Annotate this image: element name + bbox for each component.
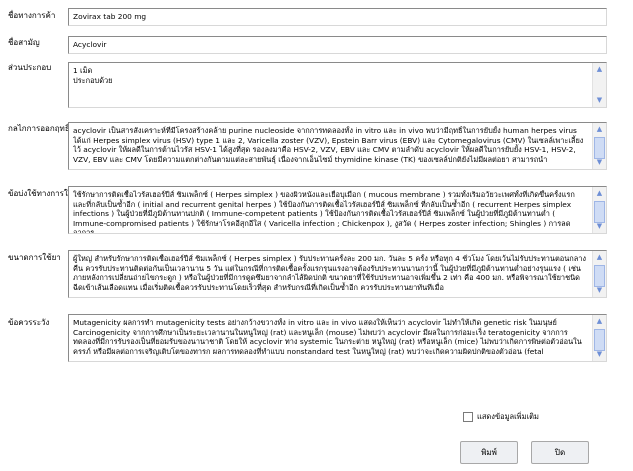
- trade-name-value: Zovirax tab 200 mg: [73, 12, 147, 21]
- scroll-up-arrow-icon[interactable]: ▲: [593, 315, 606, 328]
- scroll-down-arrow-icon[interactable]: ▼: [593, 348, 606, 361]
- precaution-value: Mutagenicity ผลการทำ mutagenicity tests …: [73, 318, 582, 356]
- indication-field[interactable]: ใช้รักษาการติดเชื้อไวรัสเฮอร์ปีส์ ซิมเพล…: [68, 186, 607, 234]
- scroll-down-arrow-icon[interactable]: ▼: [593, 156, 606, 169]
- generic-name-field[interactable]: Acyclovir: [68, 36, 607, 54]
- trade-name-label: ชื่อทางการค้า: [8, 11, 56, 20]
- show-more-checkbox-label: แสดงข้อมูลเพิ่มเติม: [477, 412, 539, 421]
- indication-scrollbar[interactable]: ▲ ▼: [592, 187, 606, 233]
- mechanism-value: acyclovir เป็นสารสังเคราะห์ที่มีโครงสร้า…: [73, 126, 584, 164]
- close-button[interactable]: ปิด: [531, 441, 589, 464]
- scroll-down-arrow-icon[interactable]: ▼: [593, 94, 606, 107]
- scroll-up-arrow-icon[interactable]: ▲: [593, 187, 606, 200]
- composition-scrollbar[interactable]: ▲ ▼: [592, 63, 606, 107]
- trade-name-field[interactable]: Zovirax tab 200 mg: [68, 8, 607, 26]
- composition-field[interactable]: 1 เม็ด ประกอบด้วย ▲ ▼: [68, 62, 607, 108]
- scroll-up-arrow-icon[interactable]: ▲: [593, 63, 606, 76]
- scroll-up-arrow-icon[interactable]: ▲: [593, 123, 606, 136]
- generic-name-value: Acyclovir: [73, 40, 107, 49]
- scroll-down-arrow-icon[interactable]: ▼: [593, 284, 606, 297]
- dosage-scrollbar[interactable]: ▲ ▼: [592, 251, 606, 297]
- scroll-up-arrow-icon[interactable]: ▲: [593, 251, 606, 264]
- show-more-checkbox[interactable]: [463, 412, 473, 422]
- generic-name-label: ชื่อสามัญ: [8, 38, 40, 47]
- dosage-value: ผู้ใหญ่ สำหรับรักษาการติดเชื้อเฮอร์ปีส์ …: [73, 254, 587, 292]
- composition-value: 1 เม็ด ประกอบด้วย: [73, 66, 113, 85]
- mechanism-scrollbar[interactable]: ▲ ▼: [592, 123, 606, 169]
- mechanism-field[interactable]: acyclovir เป็นสารสังเคราะห์ที่มีโครงสร้า…: [68, 122, 607, 170]
- dosage-field[interactable]: ผู้ใหญ่ สำหรับรักษาการติดเชื้อเฮอร์ปีส์ …: [68, 250, 607, 298]
- print-button[interactable]: พิมพ์: [460, 441, 518, 464]
- precaution-scrollbar[interactable]: ▲ ▼: [592, 315, 606, 361]
- show-more-option[interactable]: แสดงข้อมูลเพิ่มเติม: [463, 411, 539, 423]
- composition-label: ส่วนประกอบ: [8, 63, 52, 72]
- scroll-down-arrow-icon[interactable]: ▼: [593, 220, 606, 233]
- dosage-label: ขนาดการใช้ยา: [8, 253, 61, 262]
- precaution-field[interactable]: Mutagenicity ผลการทำ mutagenicity tests …: [68, 314, 607, 362]
- mechanism-label: กลไกการออกฤทธิ์: [8, 124, 70, 133]
- precaution-label: ข้อควรระวัง: [8, 318, 50, 327]
- indication-value: ใช้รักษาการติดเชื้อไวรัสเฮอร์ปีส์ ซิมเพล…: [73, 190, 575, 234]
